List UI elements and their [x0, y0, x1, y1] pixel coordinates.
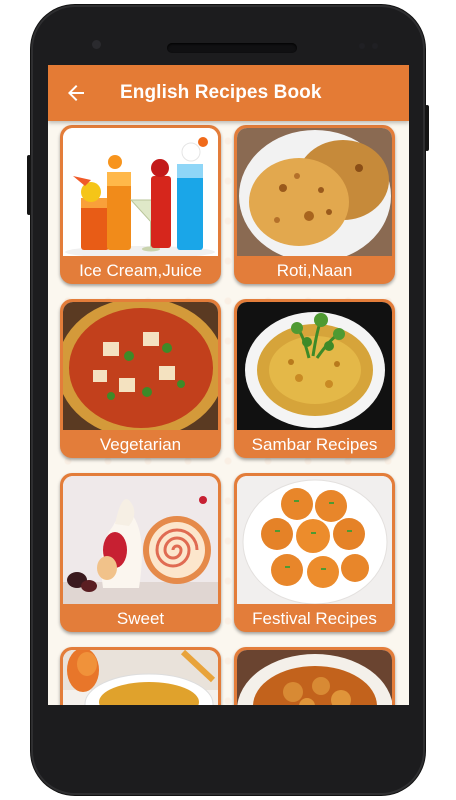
power-button — [425, 105, 429, 151]
category-card-curry[interactable] — [234, 647, 395, 705]
earpiece — [167, 43, 297, 53]
paneer-curry-image — [63, 302, 218, 430]
page-title: English Recipes Book — [120, 82, 322, 103]
category-card-rice[interactable] — [60, 647, 221, 705]
app-bar: English Recipes Book — [48, 65, 409, 121]
sensor — [359, 43, 365, 49]
category-card-ice-cream-juice[interactable]: Ice Cream,Juice — [60, 125, 221, 284]
category-card-festival-recipes[interactable]: Festival Recipes — [234, 473, 395, 632]
laddoo-plate-image — [237, 476, 392, 604]
category-card-sambar-recipes[interactable]: Sambar Recipes — [234, 299, 395, 458]
category-card-sweet[interactable]: Sweet — [60, 473, 221, 632]
arrow-left-icon[interactable] — [64, 81, 88, 105]
sensor — [372, 43, 378, 49]
category-label: Vegetarian — [99, 435, 182, 454]
category-label: Sambar Recipes — [251, 435, 378, 454]
sambar-bowl-image — [237, 302, 392, 430]
category-label: Festival Recipes — [252, 609, 377, 628]
category-card-vegetarian[interactable]: Vegetarian — [60, 299, 221, 458]
app-screen: English Recipes Book Ice Cream,Juice Rot… — [48, 65, 409, 705]
category-label: Ice Cream,Juice — [79, 261, 202, 280]
category-card-roti-naan[interactable]: Roti,Naan — [234, 125, 395, 284]
front-camera — [92, 40, 101, 49]
juice-glasses-image — [63, 128, 218, 256]
category-label: Sweet — [116, 609, 165, 628]
potato-curry-image — [237, 650, 392, 705]
cake-roll-image — [63, 476, 218, 604]
category-grid: Ice Cream,Juice Roti,Naan Vegetarian Sam… — [48, 121, 409, 705]
roti-image — [237, 128, 392, 256]
rice-dish-image — [63, 650, 218, 705]
volume-button — [27, 155, 31, 215]
category-label: Roti,Naan — [276, 261, 353, 280]
